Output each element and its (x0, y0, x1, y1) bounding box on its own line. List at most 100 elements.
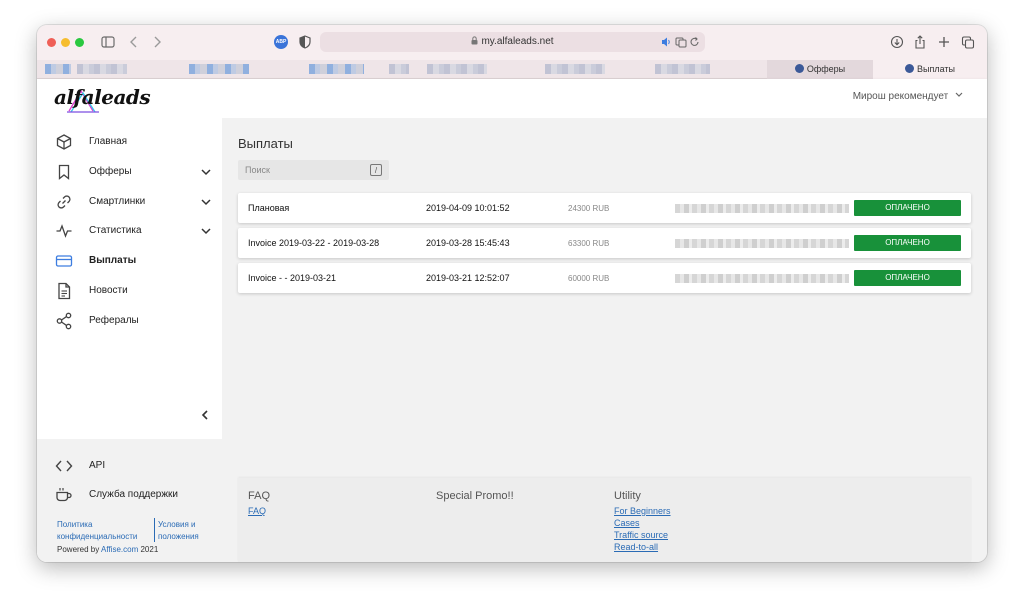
footer-link-beginners[interactable]: For Beginners (614, 505, 671, 517)
translate-icon[interactable] (675, 34, 687, 50)
search-shortcut-key: / (370, 164, 382, 176)
sidebar-item-label: Смартлинки (89, 196, 146, 207)
browser-window: ABP my.alfaleads.net Офферы Выплаты alfa… (37, 25, 987, 562)
sidebar-item-label: Выплаты (89, 255, 137, 266)
sidebar-item-label: Офферы (89, 166, 132, 177)
payout-amount: 60000 RUB (568, 274, 610, 283)
status-badge: ОПЛАЧЕНО (854, 200, 961, 216)
sidebar-item-news[interactable]: Новости (37, 278, 222, 304)
status-badge: ОПЛАЧЕНО (854, 235, 961, 251)
chevron-down-icon[interactable] (200, 225, 212, 237)
code-icon (55, 460, 73, 472)
bookmark-icon (58, 164, 70, 180)
chevron-down-icon[interactable] (200, 196, 212, 208)
footer-link-cases[interactable]: Cases (614, 517, 671, 529)
sidebar-item-label: API (89, 460, 106, 471)
footer-faq-column: FAQ FAQ (248, 490, 270, 517)
card-icon (55, 255, 73, 267)
payout-row[interactable]: Invoice - - 2019-03-21 2019-03-21 12:52:… (238, 263, 971, 293)
sidebar-item-support[interactable]: Служба поддержки (37, 482, 222, 508)
main-content: Выплаты / Плановая 2019-04-09 10:01:52 2… (222, 118, 987, 562)
page-title: Выплаты (238, 136, 293, 151)
sidebar-item-smartlinks[interactable]: Смартлинки (37, 189, 222, 215)
app-header: alfaleads Мирош рекомендует (37, 79, 987, 118)
pinned-tab[interactable] (427, 64, 487, 74)
payout-amount: 24300 RUB (568, 204, 610, 213)
browser-toolbar: ABP my.alfaleads.net (37, 25, 987, 60)
footer-utility-column: Utility For Beginners Cases Traffic sour… (614, 490, 671, 553)
status-badge: ОПЛАЧЕНО (854, 270, 961, 286)
sidebar-item-api[interactable]: API (37, 453, 222, 479)
footer-link-read-to-all[interactable]: Read-to-all (614, 541, 671, 553)
affise-link[interactable]: Affise.com (101, 545, 138, 554)
pinned-tab[interactable] (45, 64, 71, 74)
sidebar-item-referrals[interactable]: Рефералы (37, 308, 222, 334)
pinned-tab[interactable] (309, 64, 364, 74)
user-menu[interactable]: Мирош рекомендует (853, 91, 963, 102)
sidebar-toggle-icon[interactable] (101, 34, 115, 50)
sidebar-item-label: Главная (89, 136, 128, 147)
alfaleads-logo[interactable]: alfaleads (51, 83, 151, 115)
tab-payouts[interactable]: Выплаты (873, 60, 987, 79)
sidebar-item-label: Рефералы (89, 315, 139, 326)
adblock-extension-icon[interactable]: ABP (274, 35, 288, 49)
footer-heading: Special Promo!! (436, 490, 514, 502)
pinned-tab[interactable] (77, 64, 127, 74)
footer-link-faq[interactable]: FAQ (248, 505, 270, 517)
zoom-window-button[interactable] (75, 38, 84, 47)
sidebar-item-statistics[interactable]: Статистика (37, 218, 222, 244)
user-icon (905, 64, 914, 73)
footer-heading: FAQ (248, 490, 271, 502)
pinned-tab[interactable] (545, 64, 605, 74)
search-input[interactable] (238, 160, 389, 180)
shield-icon[interactable] (299, 34, 311, 50)
powered-by: Powered by Affise.com 2021 (57, 545, 159, 554)
downloads-icon[interactable] (890, 34, 904, 50)
forward-icon[interactable] (152, 34, 162, 50)
sidebar-item-offers[interactable]: Офферы (37, 159, 222, 185)
chevron-down-icon[interactable] (200, 166, 212, 178)
sidebar-item-label: Новости (89, 285, 128, 296)
new-tab-icon[interactable] (938, 34, 950, 50)
payout-name: Плановая (248, 203, 290, 213)
sidebar-item-home[interactable]: Главная (37, 129, 222, 155)
collapse-sidebar-icon[interactable] (199, 409, 211, 421)
redacted-account (675, 274, 849, 283)
sidebar-footer: API Служба поддержки Политика конфиденци… (37, 439, 222, 562)
payout-row[interactable]: Invoice 2019-03-22 - 2019-03-28 2019-03-… (238, 228, 971, 258)
redacted-account (675, 204, 849, 213)
footer-link-traffic-source[interactable]: Traffic source (614, 529, 671, 541)
footer-promo-column: Special Promo!! (436, 490, 514, 505)
tab-bar: Офферы Выплаты (37, 60, 987, 79)
tab-offers[interactable]: Офферы (767, 60, 873, 79)
close-window-button[interactable] (47, 38, 56, 47)
cube-icon (56, 134, 72, 150)
share-page-icon[interactable] (914, 34, 926, 50)
coffee-cup-icon (56, 488, 72, 502)
sidebar-item-payouts[interactable]: Выплаты (37, 248, 222, 274)
tab-overview-icon[interactable] (961, 34, 975, 50)
back-icon[interactable] (129, 34, 139, 50)
payout-date: 2019-04-09 10:01:52 (426, 203, 510, 213)
sidebar-item-label: Служба поддержки (89, 489, 179, 500)
payout-row[interactable]: Плановая 2019-04-09 10:01:52 24300 RUB О… (238, 193, 971, 223)
sidebar-item-label: Статистика (89, 225, 142, 236)
privacy-policy-link[interactable]: Политика конфиденциальности (57, 519, 153, 543)
payout-date: 2019-03-21 12:52:07 (426, 273, 510, 283)
address-bar[interactable]: my.alfaleads.net (320, 32, 705, 52)
divider (154, 518, 155, 542)
user-icon (794, 64, 804, 73)
lock-icon (471, 36, 478, 45)
pulse-icon (56, 224, 72, 238)
pinned-tab[interactable] (655, 64, 710, 74)
reload-icon[interactable] (690, 34, 700, 50)
minimize-window-button[interactable] (61, 38, 70, 47)
pinned-tab[interactable] (389, 64, 409, 74)
page-footer: FAQ FAQ Special Promo!! Utility For Begi… (238, 478, 971, 562)
speaker-icon[interactable] (661, 34, 671, 50)
chevron-down-icon (955, 92, 963, 97)
terms-link[interactable]: Условия и положения (158, 519, 218, 543)
pinned-tab[interactable] (189, 64, 249, 74)
redacted-account (675, 239, 849, 248)
link-icon (57, 195, 71, 209)
